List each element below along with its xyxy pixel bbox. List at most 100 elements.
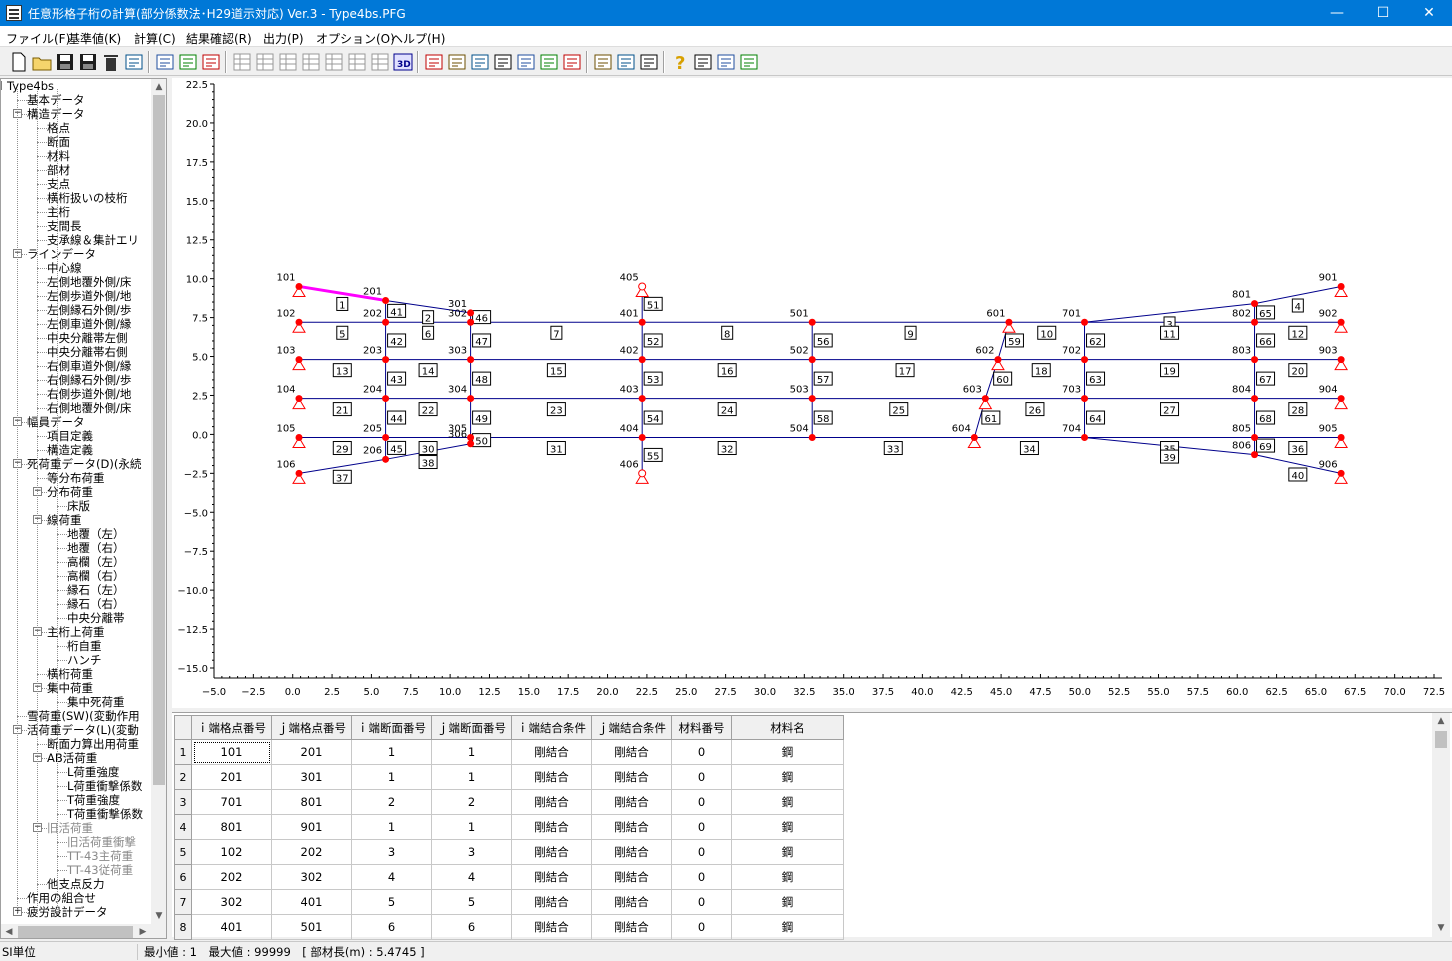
node-point[interactable] [1337, 395, 1345, 403]
table-cell[interactable]: 鋼 [731, 914, 844, 940]
tree-item[interactable]: 桁自重 [67, 639, 102, 653]
scrollbar-thumb[interactable] [153, 95, 165, 785]
save-icon[interactable] [54, 51, 76, 73]
tree-item[interactable]: 基本データ [27, 93, 85, 107]
table-cell[interactable]: 1 [431, 764, 512, 790]
table-cell[interactable]: 剛結合 [511, 889, 592, 915]
node-point[interactable] [382, 395, 390, 403]
result-1-icon[interactable] [423, 51, 445, 73]
menu-calculate[interactable]: 計算(C) [134, 30, 176, 47]
table-cell[interactable]: 剛結合 [511, 739, 592, 765]
table-cell[interactable]: 鋼 [731, 889, 844, 915]
table-icon[interactable] [200, 51, 222, 73]
scrollbar-thumb[interactable] [1435, 731, 1447, 748]
scroll-down-icon[interactable]: ▼ [151, 908, 166, 924]
view-3d-icon[interactable]: 3D [392, 51, 414, 73]
table-cell[interactable]: 101 [191, 739, 272, 765]
tree-item[interactable]: 主桁上荷重 [47, 625, 105, 639]
view-7-icon[interactable] [369, 51, 391, 73]
view-5-icon[interactable] [323, 51, 345, 73]
table-cell[interactable]: 401 [271, 889, 352, 915]
node-point[interactable] [1251, 395, 1259, 403]
view-2-icon[interactable] [254, 51, 276, 73]
tree-item[interactable]: 中心線 [47, 261, 82, 275]
tree-item[interactable]: 左側車道外側/縁 [47, 317, 131, 331]
table-cell[interactable]: 鋼 [731, 764, 844, 790]
node-point[interactable] [1081, 356, 1089, 364]
node-point[interactable] [638, 469, 647, 478]
node-point[interactable] [1005, 318, 1013, 326]
table-cell[interactable]: 302 [191, 889, 272, 915]
scroll-up-icon[interactable]: ▲ [151, 79, 166, 95]
node-point[interactable] [1251, 300, 1259, 308]
table-cell[interactable]: 0 [671, 889, 732, 915]
node-point[interactable] [808, 395, 816, 403]
delete-icon[interactable] [100, 51, 122, 73]
menu-output[interactable]: 出力(P) [263, 30, 304, 47]
table-cell[interactable]: 5 [351, 889, 432, 915]
table-row[interactable]: 8 401 501 6 6 剛結合 剛結合 0 鋼 [174, 914, 844, 940]
column-header[interactable]: ｉ端結合条件 [511, 715, 592, 740]
view-3-icon[interactable] [277, 51, 299, 73]
table-cell[interactable]: 0 [671, 864, 732, 890]
tree-item[interactable]: 格点 [47, 121, 70, 135]
node-point[interactable] [467, 434, 475, 442]
tree-item[interactable]: T荷重衝撃係数 [67, 807, 143, 821]
tree-item[interactable]: 縁石（右） [67, 597, 125, 611]
node-point[interactable] [382, 434, 390, 442]
open-folder-icon[interactable] [31, 51, 53, 73]
node-point[interactable] [1337, 356, 1345, 364]
table-cell[interactable]: 401 [191, 914, 272, 940]
tree-item[interactable]: 中央分離帯左側 [47, 331, 128, 345]
node-point[interactable] [1081, 318, 1089, 326]
info-icon[interactable] [715, 51, 737, 73]
tree-item[interactable]: 右側縁石外側/歩 [47, 373, 131, 387]
node-point[interactable] [295, 434, 303, 442]
tree-item[interactable]: 雪荷重(SW)(変動作用 [27, 709, 140, 723]
column-header[interactable]: 材料番号 [671, 715, 732, 740]
table-cell[interactable]: 剛結合 [591, 739, 672, 765]
table-cell[interactable]: 剛結合 [511, 789, 592, 815]
table-cell[interactable]: 鋼 [731, 739, 844, 765]
tree-item[interactable]: 高欄（左） [67, 555, 125, 569]
grid-vertical-scrollbar[interactable]: ▲ ▼ [1432, 713, 1450, 937]
scroll-left-icon[interactable]: ◀ [1, 924, 17, 938]
table-cell[interactable]: 1 [431, 739, 512, 765]
table-cell[interactable]: 801 [271, 789, 352, 815]
node-point[interactable] [981, 395, 989, 403]
node-point[interactable] [467, 440, 475, 448]
tree-item[interactable]: 横桁荷重 [47, 667, 93, 681]
tree-item[interactable]: 地覆（左） [67, 527, 125, 541]
help-icon[interactable]: ? [669, 51, 691, 74]
view-1-icon[interactable] [231, 51, 253, 73]
node-point[interactable] [970, 434, 978, 442]
settings-grid-icon[interactable] [738, 51, 760, 73]
tree-item[interactable]: 支間長 [47, 219, 82, 233]
tree-item[interactable]: 横桁扱いの枝桁 [47, 191, 128, 205]
table-cell[interactable]: 102 [191, 839, 272, 865]
tree-item[interactable]: 旧活荷重 [47, 821, 93, 835]
table-row[interactable]: 3 701 801 2 2 剛結合 剛結合 0 鋼 [174, 789, 844, 815]
node-point[interactable] [1337, 282, 1345, 290]
row-header[interactable]: 6 [174, 864, 192, 890]
node-point[interactable] [382, 296, 390, 304]
tree-item[interactable]: Type4bs [7, 79, 54, 93]
column-header[interactable]: ｉ端断面番号 [351, 715, 432, 740]
table-cell[interactable]: 201 [191, 764, 272, 790]
tree-item[interactable]: 中央分離帯右側 [47, 345, 128, 359]
tree-item[interactable]: 左側歩道外側/地 [47, 289, 131, 303]
node-point[interactable] [808, 356, 816, 364]
menu-options[interactable]: オプション(O) [316, 30, 395, 47]
table-cell[interactable]: 3 [431, 839, 512, 865]
tree-item[interactable]: 疲労設計データ [27, 905, 108, 919]
node-point[interactable] [467, 395, 475, 403]
table-cell[interactable]: 1 [351, 739, 432, 765]
tree-item[interactable]: 高欄（右） [67, 569, 125, 583]
node-point[interactable] [638, 434, 646, 442]
table-cell[interactable]: 0 [671, 914, 732, 940]
table-cell[interactable]: 剛結合 [591, 914, 672, 940]
table-cell[interactable]: 剛結合 [591, 889, 672, 915]
tree-item[interactable]: 他支点反力 [47, 877, 105, 891]
table-cell[interactable]: 剛結合 [591, 789, 672, 815]
column-header[interactable]: ｊ端格点番号 [271, 715, 352, 740]
